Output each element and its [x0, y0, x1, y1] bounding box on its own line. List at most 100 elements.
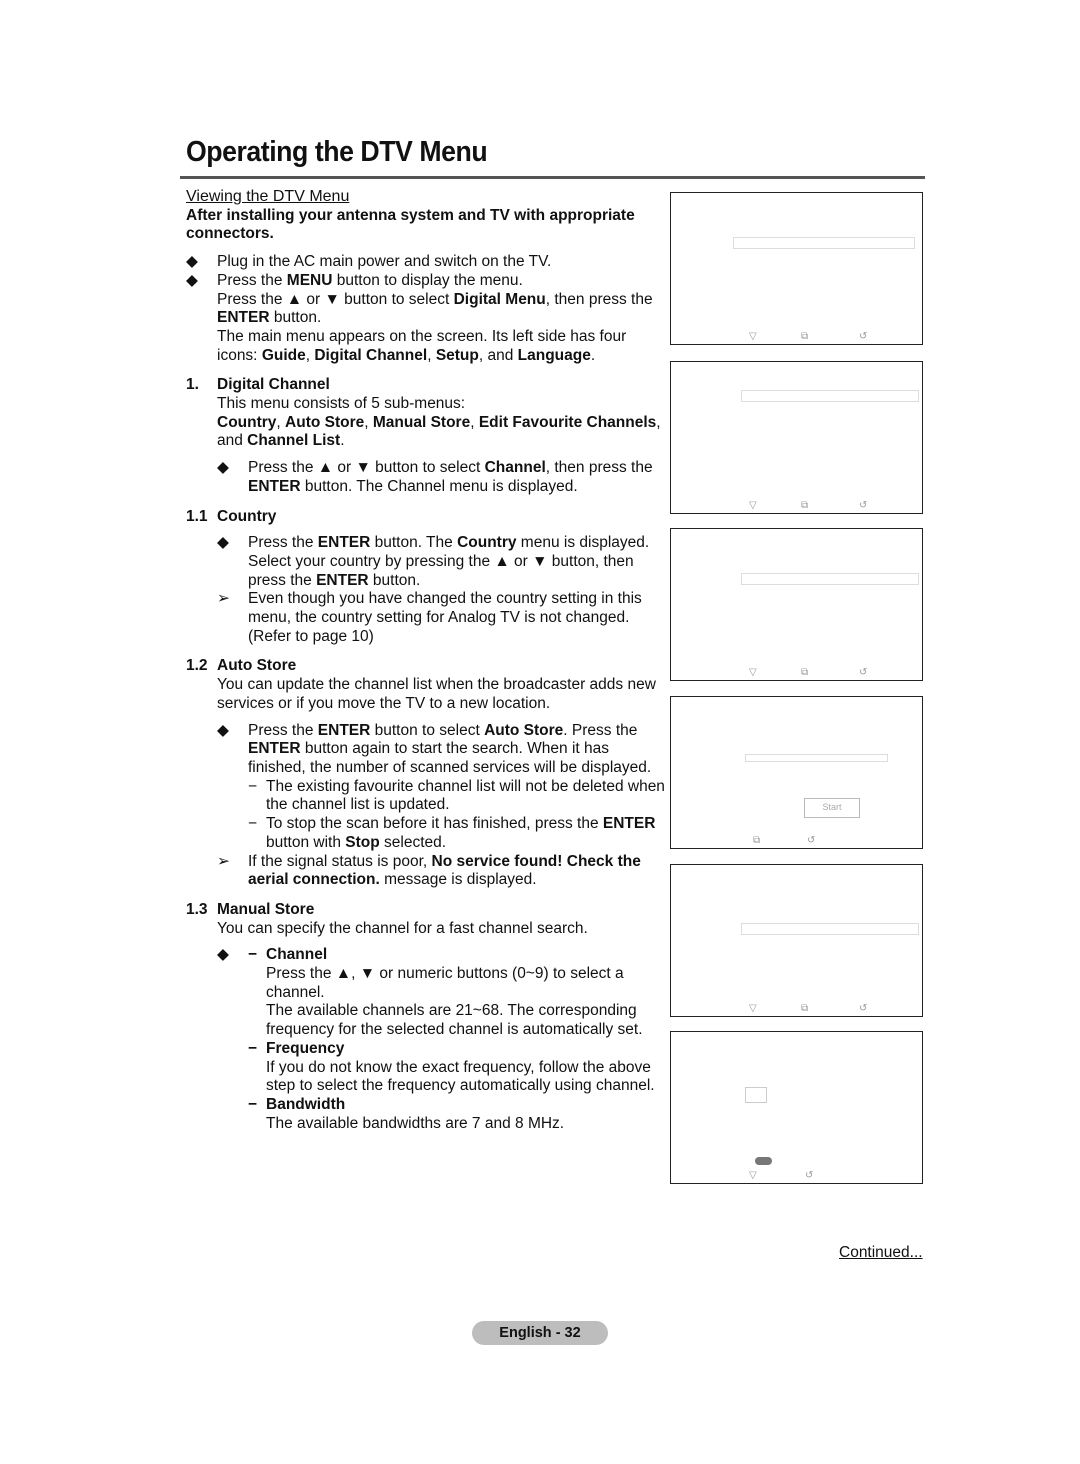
return-icon: ↺ — [859, 1003, 868, 1014]
auto-store-dash-1: − The existing favourite channel list wi… — [186, 778, 666, 815]
country-bullet: ◆ Press the ENTER button. The Country me… — [186, 534, 666, 590]
move-icon: ▽ — [749, 500, 757, 511]
intro-para-icons: The main menu appears on the screen. Its… — [186, 328, 666, 365]
text-run: message is displayed. — [379, 871, 537, 889]
dash-icon: − — [248, 815, 258, 833]
section-title: Digital Channel — [217, 376, 330, 394]
bold-text: Manual Store — [372, 413, 471, 431]
bullet-icon: ◆ — [217, 721, 229, 739]
bold-text: Language — [517, 346, 591, 364]
bullet-icon: ◆ — [217, 946, 229, 964]
dash-icon: − — [248, 946, 258, 964]
bullet-text: Press the ENTER button to select Auto St… — [248, 722, 666, 778]
intro-lead: After installing your antenna system and… — [186, 206, 635, 243]
item-title: Channel — [266, 946, 328, 964]
section-country-heading: 1.1 Country — [186, 508, 666, 527]
enter-icon: ⧉ — [801, 500, 809, 511]
text-run: Press the — [248, 721, 318, 739]
section-number: 1.3 — [186, 900, 208, 918]
bullet-text: Press the ▲ or ▼ button to select Channe… — [248, 459, 666, 496]
text-run: To stop the scan before it has finished,… — [266, 815, 603, 833]
enter-icon: ⧉ — [801, 1003, 809, 1014]
screen-footer-icons: ⧉ ↺ — [671, 834, 922, 846]
move-icon: ▽ — [749, 1170, 757, 1181]
bold-text: MENU — [286, 271, 333, 289]
text-run: Press the ▲ or ▼ button to select — [248, 459, 485, 477]
title-divider — [180, 176, 925, 179]
text-run: , — [427, 346, 436, 364]
text-run: button. The — [370, 534, 458, 552]
manual-item-bandwidth: − Bandwidth The available bandwidths are … — [248, 1096, 666, 1133]
item-line: Press the ▲, ▼ or numeric buttons (0~9) … — [266, 965, 624, 1001]
bold-text: Setup — [435, 346, 479, 364]
item-line: The available channels are 21~68. The co… — [266, 1002, 643, 1039]
screen-footer-icons: ▽ ⧉ ↺ — [671, 666, 922, 678]
bold-text: Auto Store — [285, 413, 365, 431]
text-run: If the signal status is poor, — [248, 852, 432, 870]
color-key-pill — [755, 1157, 772, 1165]
text-run: Press the ▲ or ▼ button to select — [217, 290, 454, 308]
enter-icon: ⧉ — [801, 667, 809, 678]
screen-country: ▽ ⧉ ↺ — [670, 528, 923, 681]
text-run: button. — [269, 309, 322, 327]
menu-highlight-bar — [741, 390, 919, 402]
text-run: button with — [266, 833, 346, 851]
section-text: This menu consists of 5 sub-menus: — [217, 395, 466, 413]
section-title: Auto Store — [217, 657, 297, 675]
country-note: ➢ Even though you have changed the count… — [186, 590, 666, 646]
move-icon: ▽ — [749, 1003, 757, 1014]
screen-footer-icons: ▽ ⧉ ↺ — [671, 330, 922, 342]
move-icon: ▽ — [749, 667, 757, 678]
text-run: . — [590, 346, 596, 364]
continued-link: Continued... — [839, 1244, 923, 1261]
section-title: Country — [217, 507, 277, 525]
text-run: button to display the menu. — [332, 271, 523, 289]
bullet-icon: ◆ — [186, 253, 198, 271]
page-number-badge: English - 32 — [472, 1321, 608, 1345]
enter-icon: ⧉ — [801, 331, 809, 342]
start-button[interactable]: Start — [804, 798, 860, 818]
intro-bullet-1: ◆ Plug in the AC main power and switch o… — [186, 253, 666, 272]
bold-text: ENTER — [217, 309, 270, 327]
text-run: Press the — [217, 271, 287, 289]
menu-highlight-bar — [741, 573, 919, 585]
note-arrow-icon: ➢ — [217, 590, 230, 608]
manual-store-items: ◆ − Channel Press the ▲, ▼ or numeric but… — [186, 946, 666, 1133]
intro-bullet-2: ◆ Press the MENU button to display the m… — [186, 272, 666, 291]
bold-text: Stop — [345, 833, 380, 851]
section-number: 1.1 — [186, 507, 208, 525]
note-text: Even though you have changed the country… — [248, 590, 642, 645]
bold-text: ENTER — [248, 740, 301, 758]
bold-text: Auto Store — [484, 721, 564, 739]
dash-text: To stop the scan before it has finished,… — [266, 815, 666, 852]
text-run: , then press the — [545, 459, 653, 477]
manual-item-channel: − Channel Press the ▲, ▼ or numeric butto… — [248, 946, 666, 1040]
bullet-icon: ◆ — [186, 271, 198, 289]
screen-footer-icons: ▽ ⧉ ↺ — [671, 1002, 922, 1014]
screen-manual-store-detail: ▽ ↺ — [670, 1031, 923, 1184]
text-run: button. — [368, 571, 421, 589]
dash-icon: − — [248, 1039, 258, 1057]
bullet-icon: ◆ — [217, 534, 229, 552]
screen-manual-store: ▽ ⧉ ↺ — [670, 864, 923, 1017]
bold-text: ENTER — [316, 571, 369, 589]
text-run: , and — [478, 346, 518, 364]
menu-highlight-bar — [733, 237, 915, 249]
text-run: . — [340, 432, 345, 450]
section-text: You can specify the channel for a fast c… — [217, 919, 588, 937]
text-run: button to select — [370, 721, 485, 739]
text-run: selected. — [379, 833, 447, 851]
progress-bar — [745, 754, 888, 762]
text-run: button. The Channel menu is displayed. — [300, 477, 578, 495]
bullet-icon: ◆ — [217, 459, 229, 477]
dash-text: The existing favourite channel list will… — [266, 777, 665, 814]
move-icon: ▽ — [749, 331, 757, 342]
section-auto-store-heading: 1.2 Auto Store — [186, 657, 666, 676]
screen-main-menu: ▽ ⧉ ↺ — [670, 192, 923, 345]
auto-store-bullet: ◆ Press the ENTER button to select Auto … — [186, 722, 666, 778]
intro-para-select: Press the ▲ or ▼ button to select Digita… — [186, 291, 666, 328]
channel-input-box[interactable] — [745, 1087, 767, 1103]
enter-icon: ⧉ — [753, 835, 761, 846]
bold-text: Channel — [484, 459, 546, 477]
return-icon: ↺ — [805, 1170, 814, 1181]
